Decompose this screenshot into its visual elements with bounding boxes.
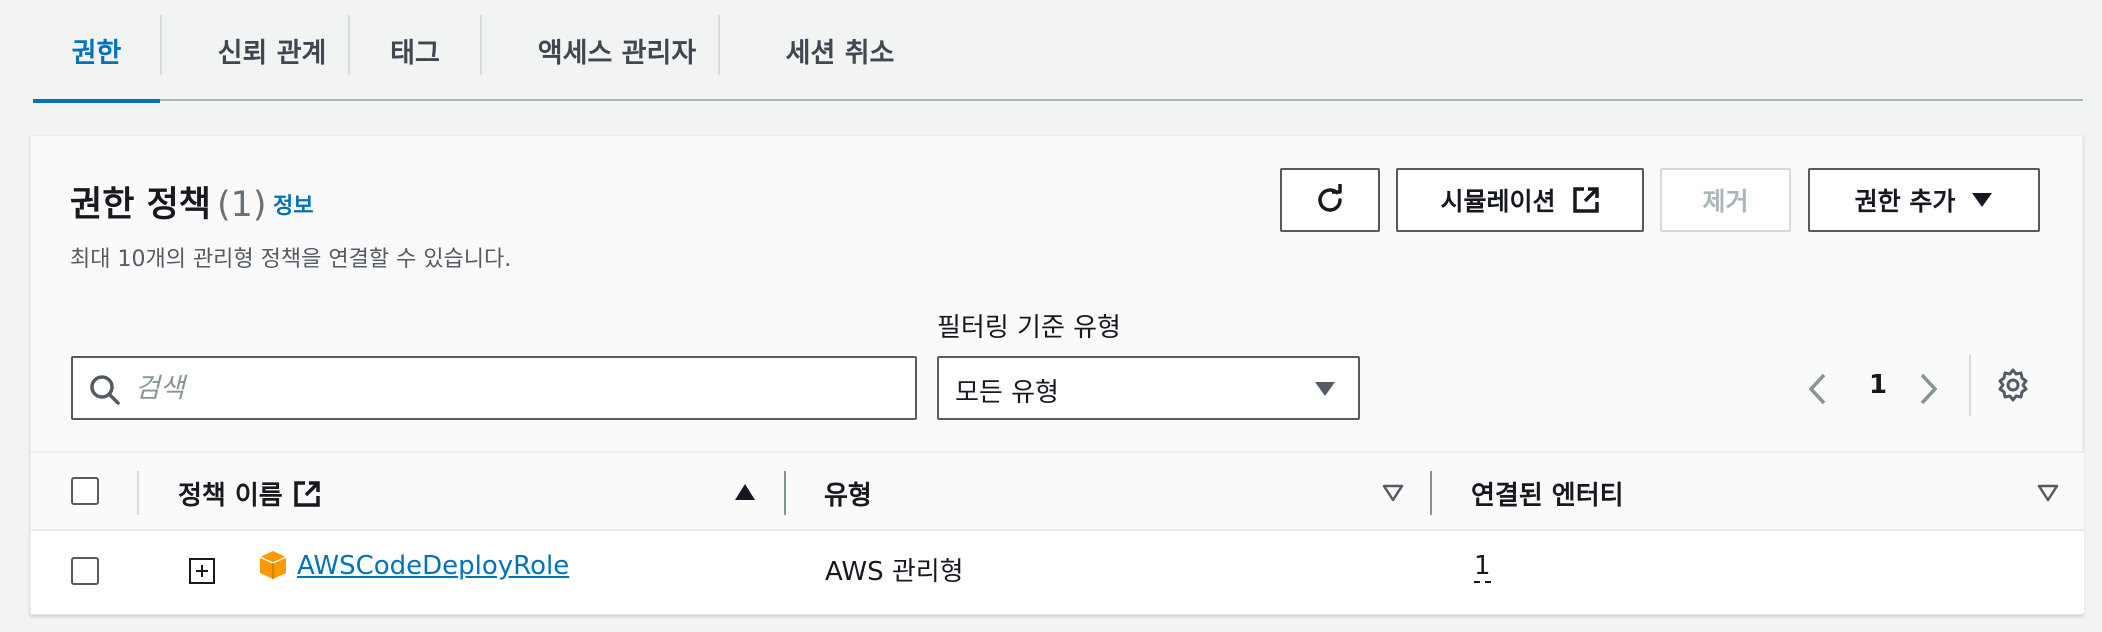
column-label-policy-name: 정책 이름 [178, 481, 283, 511]
panel-title: 권한 정책 (1) [70, 176, 267, 227]
tab-permissions[interactable]: 권한 [33, 0, 160, 103]
policy-count: (1) [217, 185, 267, 225]
column-header-policy-name[interactable]: 정책 이름 [178, 475, 321, 512]
remove-button[interactable]: 제거 [1660, 168, 1791, 232]
external-link-icon [1572, 187, 1599, 213]
select-all-checkbox[interactable] [71, 477, 99, 505]
panel-description: 최대 10개의 관리형 정책을 연결할 수 있습니다. [70, 247, 512, 272]
policy-name-link[interactable]: AWSCodeDeployRole [297, 551, 569, 581]
column-resizer[interactable] [784, 471, 786, 515]
table-row: AWSCodeDeployRole AWS 관리형 1 [31, 531, 2084, 613]
column-header-attached-entities[interactable]: 연결된 엔터티 [1471, 475, 1624, 512]
row-checkbox[interactable] [71, 557, 99, 585]
info-link[interactable]: 정보 [273, 188, 313, 220]
search-input[interactable] [135, 366, 895, 410]
sort-icon[interactable] [2037, 484, 2059, 502]
add-permissions-label: 권한 추가 [1854, 187, 1956, 216]
filter-type-select[interactable]: 모든 유형 [937, 356, 1360, 420]
chevron-right-icon[interactable] [1918, 372, 1940, 406]
simulation-label: 시뮬레이션 [1440, 187, 1556, 216]
sort-ascending-icon[interactable] [734, 483, 756, 501]
tab-tags[interactable]: 태그 [350, 0, 480, 101]
refresh-icon [1318, 184, 1342, 212]
tab-revoke-sessions[interactable]: 세션 취소 [720, 0, 960, 101]
pagination-divider [1969, 354, 1971, 416]
permissions-policies-panel: 권한 정책 (1) 정보 최대 10개의 관리형 정책을 연결할 수 있습니다. … [30, 135, 2084, 615]
tab-bar: 권한 신뢰 관계 태그 액세스 관리자 세션 취소 [33, 0, 2083, 103]
gear-icon[interactable] [1996, 368, 2030, 402]
caret-down-icon [1972, 193, 1993, 207]
filter-type-value: 모든 유형 [955, 378, 1059, 408]
sort-icon[interactable] [1382, 484, 1404, 502]
external-link-icon [293, 480, 320, 507]
column-header-type[interactable]: 유형 [824, 475, 872, 512]
attached-entities-count[interactable]: 1 [1474, 551, 1491, 583]
add-permissions-button[interactable]: 권한 추가 [1808, 168, 2040, 232]
search-icon [90, 375, 120, 405]
search-box[interactable] [71, 356, 917, 420]
expand-row-button[interactable] [189, 558, 215, 584]
column-divider [137, 471, 139, 515]
column-resizer[interactable] [1430, 471, 1432, 515]
tab-access-advisor[interactable]: 액세스 관리자 [482, 0, 752, 101]
caret-down-icon [1315, 382, 1335, 396]
filter-type-label: 필터링 기준 유형 [937, 313, 1121, 343]
attached-entities-value[interactable]: 1 [1474, 551, 1491, 583]
aws-managed-policy-icon [259, 551, 287, 579]
refresh-button[interactable] [1280, 168, 1380, 232]
chevron-left-icon[interactable] [1806, 372, 1828, 406]
simulation-button[interactable]: 시뮬레이션 [1396, 168, 1644, 232]
table-header: 정책 이름 유형 연결된 엔터티 [31, 451, 2084, 531]
column-label-type: 유형 [824, 481, 872, 511]
column-label-attached-entities: 연결된 엔터티 [1471, 481, 1624, 511]
policy-name[interactable]: AWSCodeDeployRole [297, 551, 569, 581]
page-number[interactable]: 1 [1869, 370, 1887, 400]
panel-title-text: 권한 정책 [70, 185, 211, 225]
policy-type: AWS 관리형 [825, 557, 964, 587]
